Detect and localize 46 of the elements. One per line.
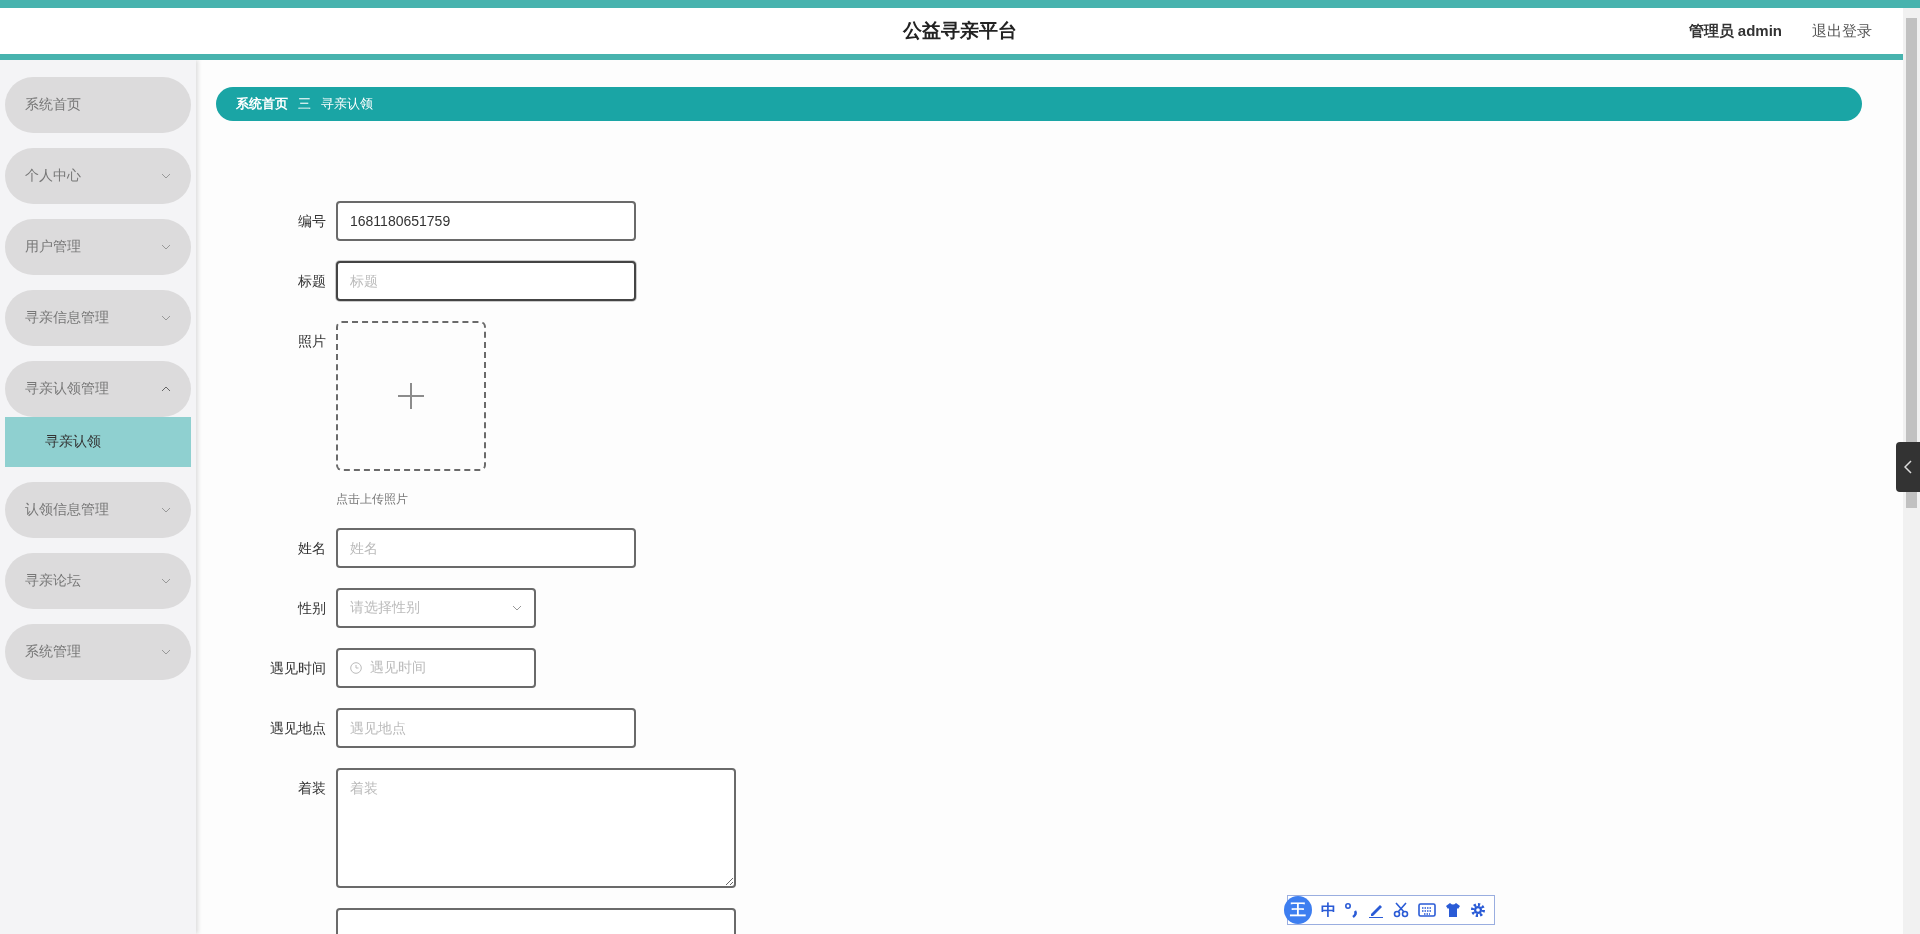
field-label: 姓名 (297, 539, 327, 558)
field-label: 性别 (296, 599, 327, 618)
upload-hint: 点击上传照片 (336, 491, 409, 508)
sidebar-item[interactable]: 系统首页 (5, 77, 191, 133)
ime-logo[interactable]: 王 (1284, 896, 1312, 924)
breadcrumb-link[interactable]: 系统首页 (236, 95, 288, 113)
sidebar-item[interactable]: 系统管理 (5, 624, 191, 680)
time-field[interactable]: 遇见时间 (336, 648, 536, 688)
sidebar-item[interactable]: 用户管理 (5, 219, 191, 275)
plus-icon (398, 383, 424, 409)
text-field[interactable]: 1681180651759 (336, 201, 636, 241)
shirt-icon[interactable] (1445, 902, 1461, 918)
clock-icon (350, 662, 362, 674)
gender-select[interactable]: 请选择性别 (336, 588, 536, 628)
field-label: 遇见地点 (269, 719, 327, 738)
field-label: 编号 (297, 212, 327, 231)
clothing-textarea[interactable]: 着装 (336, 768, 736, 888)
punctuation-icon[interactable] (1345, 902, 1359, 918)
text-field[interactable]: 标题 (336, 261, 636, 301)
breadcrumb-current: 寻亲认领 (321, 95, 373, 113)
field-label: 着装 (297, 779, 327, 798)
sidebar-item[interactable]: 个人中心 (5, 148, 191, 204)
field-label: 遇见时间 (269, 659, 327, 678)
sidebar-item[interactable]: 认领信息管理 (5, 482, 191, 538)
collapse-button[interactable] (1896, 442, 1920, 492)
sidebar-item[interactable]: 寻亲认领管理 (5, 361, 191, 417)
ime-mode[interactable]: 中 (1321, 900, 1336, 920)
field-label: 照片 (297, 332, 327, 351)
sidebar-subitem[interactable]: 寻亲认领 (5, 417, 191, 467)
scrollbar[interactable] (1903, 8, 1920, 934)
sidebar-item[interactable]: 寻亲论坛 (5, 553, 191, 609)
settings-icon[interactable] (1470, 902, 1486, 918)
scissors-icon[interactable] (1393, 902, 1409, 918)
photo-upload[interactable] (336, 321, 486, 471)
breadcrumb-separator: 三 (298, 95, 311, 113)
sidebar-item[interactable]: 寻亲信息管理 (5, 290, 191, 346)
site-title: 公益寻亲平台 (903, 19, 1017, 43)
field-label: 标题 (297, 272, 327, 291)
keyboard-icon[interactable] (1418, 903, 1436, 917)
user-name: 管理员 admin (1688, 21, 1782, 41)
text-field[interactable]: 姓名 (336, 528, 636, 568)
chevron-icon (512, 605, 522, 611)
pen-icon[interactable] (1368, 902, 1384, 918)
chevron-left-icon (1904, 460, 1912, 474)
text-field[interactable]: 遇见地点 (336, 708, 636, 748)
logout-link[interactable]: 退出登录 (1812, 21, 1872, 41)
